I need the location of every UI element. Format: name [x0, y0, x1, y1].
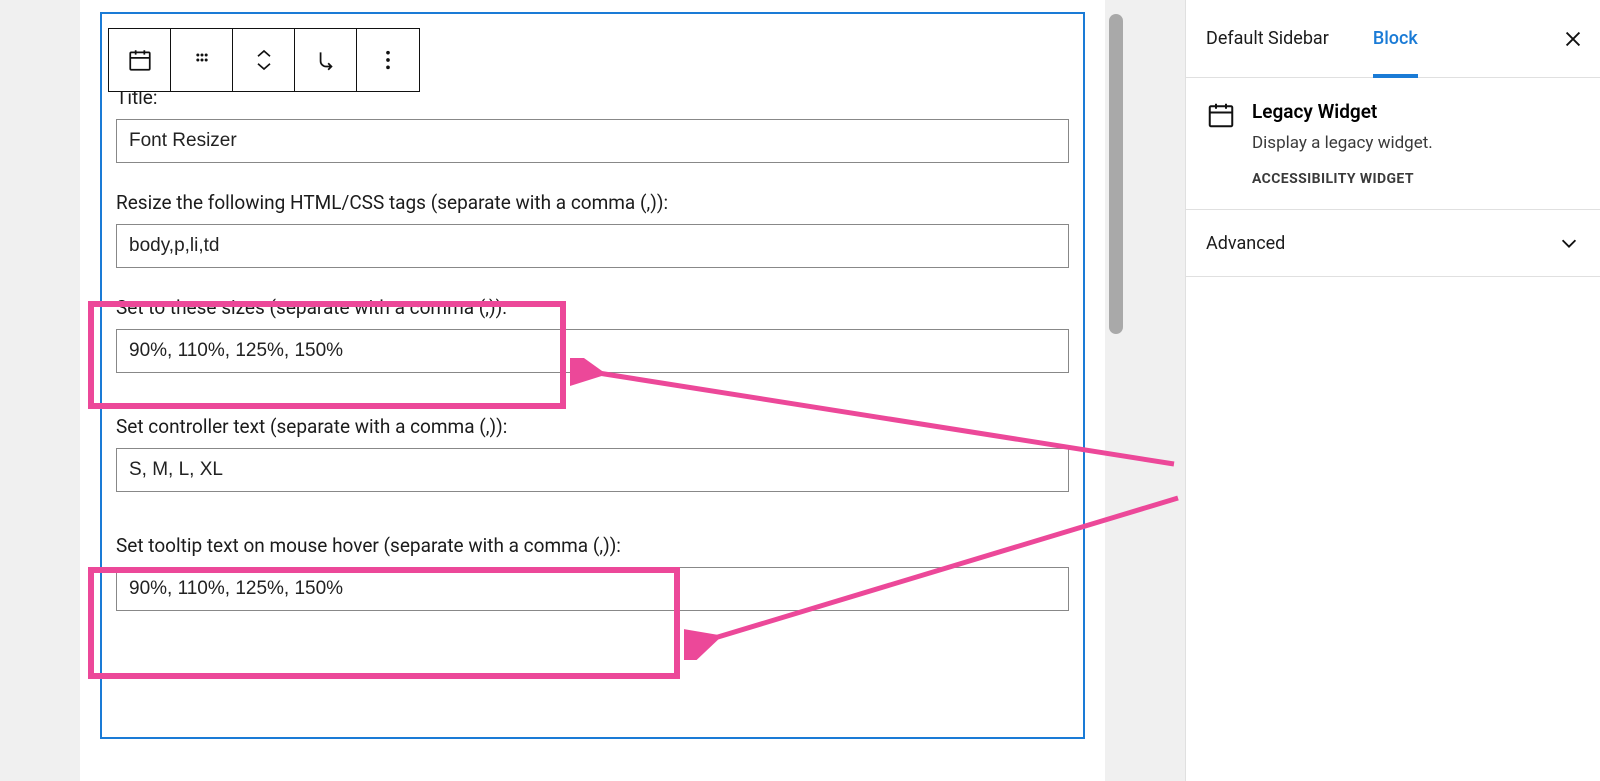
scrollbar-thumb[interactable]	[1109, 14, 1123, 334]
drag-handle-button[interactable]	[171, 29, 233, 91]
move-arrows	[233, 29, 295, 91]
close-icon	[1562, 28, 1584, 50]
sizes-input[interactable]	[116, 329, 1069, 373]
transform-button[interactable]	[295, 29, 357, 91]
tags-label: Resize the following HTML/CSS tags (sepa…	[116, 191, 1069, 214]
controller-input[interactable]	[116, 448, 1069, 492]
advanced-panel-toggle[interactable]: Advanced	[1186, 210, 1600, 277]
transform-arrow-icon	[313, 47, 339, 73]
controller-label: Set controller text (separate with a com…	[116, 415, 1069, 438]
block-toolbar	[108, 28, 420, 92]
chevron-down-icon[interactable]	[255, 60, 273, 72]
field-tooltip: Set tooltip text on mouse hover (separat…	[116, 534, 1069, 611]
field-tags: Resize the following HTML/CSS tags (sepa…	[116, 191, 1069, 268]
editor-wrap: Title: Resize the following HTML/CSS tag…	[0, 0, 1185, 781]
sidebar-tabs: Default Sidebar Block	[1186, 0, 1600, 78]
close-sidebar-button[interactable]	[1562, 28, 1584, 50]
tooltip-input[interactable]	[116, 567, 1069, 611]
settings-sidebar: Default Sidebar Block Legacy Widget Disp…	[1185, 0, 1600, 781]
scrollbar-track	[1109, 0, 1123, 781]
drag-handle-icon	[192, 50, 212, 70]
widget-form: Title: Resize the following HTML/CSS tag…	[116, 82, 1069, 639]
ellipsis-vertical-icon	[384, 49, 392, 71]
block-info-subtitle: ACCESSIBILITY WIDGET	[1252, 171, 1433, 187]
block-info-text: Legacy Widget Display a legacy widget. A…	[1252, 100, 1433, 187]
block-type-button[interactable]	[109, 29, 171, 91]
tooltip-label: Set tooltip text on mouse hover (separat…	[116, 534, 1069, 557]
sizes-label: Set to these sizes (separate with a comm…	[116, 296, 1069, 319]
legacy-widget-icon	[1206, 100, 1242, 187]
field-sizes: Set to these sizes (separate with a comm…	[116, 296, 1069, 373]
tab-default-sidebar[interactable]: Default Sidebar	[1206, 1, 1329, 76]
block-info-panel: Legacy Widget Display a legacy widget. A…	[1186, 78, 1600, 210]
tab-block[interactable]: Block	[1373, 1, 1418, 78]
app-root: Title: Resize the following HTML/CSS tag…	[0, 0, 1600, 781]
block-info-description: Display a legacy widget.	[1252, 133, 1433, 153]
block-info-title: Legacy Widget	[1252, 100, 1433, 123]
title-input[interactable]	[116, 119, 1069, 163]
chevron-down-icon	[1558, 232, 1580, 254]
field-title: Title:	[116, 86, 1069, 163]
field-controller: Set controller text (separate with a com…	[116, 415, 1069, 492]
chevron-up-icon[interactable]	[255, 48, 273, 60]
editor-canvas: Title: Resize the following HTML/CSS tag…	[80, 0, 1105, 781]
calendar-icon	[127, 47, 153, 73]
tags-input[interactable]	[116, 224, 1069, 268]
advanced-label: Advanced	[1206, 233, 1285, 254]
more-options-button[interactable]	[357, 29, 419, 91]
